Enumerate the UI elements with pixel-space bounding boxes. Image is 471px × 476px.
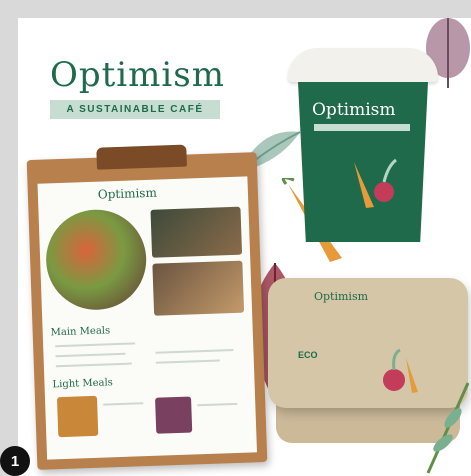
- menu-item-line: [55, 352, 126, 358]
- menu-item-line: [155, 359, 220, 364]
- light-meal-photo: [155, 396, 193, 434]
- menu-item-line: [197, 402, 238, 407]
- radish-illustration-icon: [383, 348, 418, 393]
- image-number-badge: 1: [0, 446, 30, 476]
- brand-logo: Optimism A SUSTAINABLE CAFÉ: [50, 58, 250, 119]
- box-brand-name: Optimism: [314, 290, 369, 303]
- menu-section-light: Light Meals: [52, 377, 114, 391]
- coffee-cup: Optimism: [288, 48, 438, 248]
- sandwich-photo: [152, 260, 245, 316]
- box-eco-label: ECO: [298, 350, 318, 360]
- cup-brand-name: Optimism: [312, 100, 396, 120]
- cup-tagline-bar: [314, 124, 410, 131]
- vegetable-illustration-icon: [354, 158, 397, 208]
- menu-item-line: [155, 349, 234, 354]
- menu-paper: Optimism Main Meals Light Meals: [37, 176, 257, 460]
- menu-item-line: [55, 362, 132, 368]
- toast-photo: [150, 206, 243, 258]
- brand-tagline: A SUSTAINABLE CAFÉ: [50, 100, 220, 119]
- menu-item-line: [103, 402, 144, 406]
- fern-icon: [426, 382, 470, 474]
- menu-logo: Optimism: [97, 185, 158, 202]
- brand-name: Optimism: [50, 55, 225, 95]
- menu-clipboard: Optimism Main Meals Light Meals: [26, 144, 268, 470]
- cup-lid: [288, 48, 438, 82]
- clipboard-clip: [96, 144, 187, 170]
- bowl-photo: [44, 208, 148, 312]
- image-frame: Optimism A SUSTAINABLE CAFÉ Optimism Opt…: [18, 18, 471, 476]
- light-meal-photo: [56, 395, 99, 438]
- menu-item-line: [55, 342, 136, 348]
- menu-section-main: Main Meals: [50, 325, 111, 339]
